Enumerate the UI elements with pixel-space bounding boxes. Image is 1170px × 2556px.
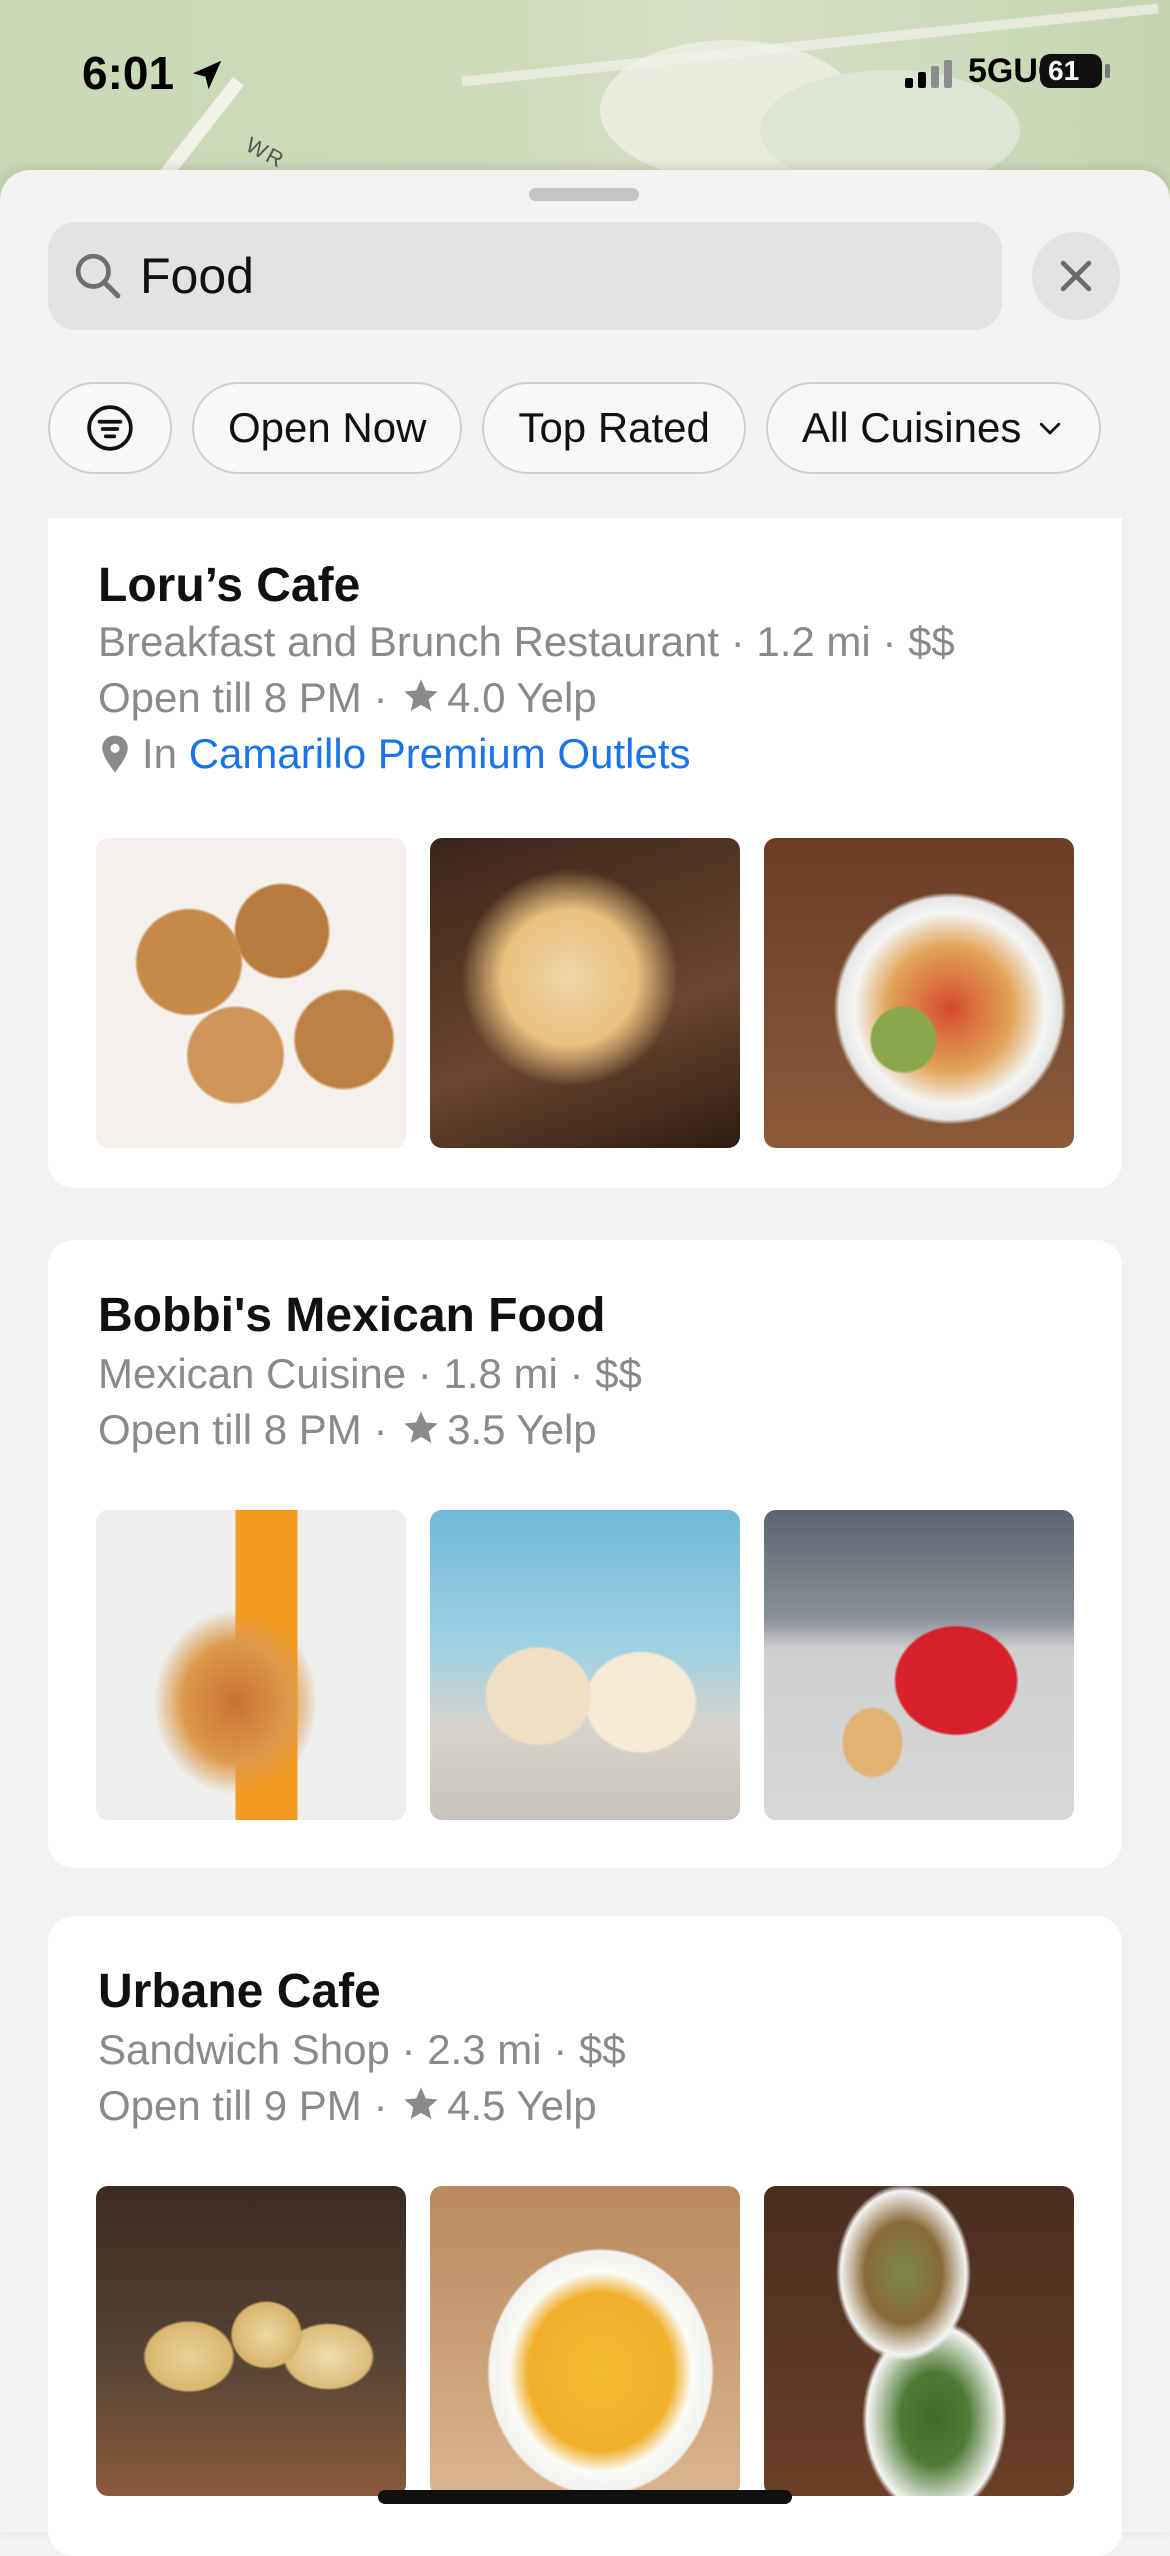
place-details: Sandwich Shop · 2.3 mi · $$ <box>98 2026 626 2073</box>
photo-mac-and-cheese[interactable] <box>430 2186 740 2496</box>
status-time: 6:01 <box>82 47 175 99</box>
place-hours-rating: Open till 8 PM · 4.0 Yelp <box>98 674 597 721</box>
location-arrow-icon <box>192 60 222 90</box>
search-field[interactable]: Food <box>48 222 1002 330</box>
location-link[interactable]: Camarillo Premium Outlets <box>189 730 691 777</box>
photo-cookies[interactable] <box>96 838 406 1148</box>
photo-milkshakes[interactable] <box>430 1510 740 1820</box>
chip-top-rated[interactable]: Top Rated <box>482 382 746 474</box>
photo-chicken-biscuit[interactable] <box>96 1510 406 1820</box>
home-indicator[interactable] <box>378 2490 792 2504</box>
filter-chips: Open Now Top Rated All Cuisines <box>48 382 1102 478</box>
star-icon <box>404 2087 438 2119</box>
cellular-signal-icon <box>905 60 952 88</box>
battery-level: 61 <box>1048 55 1080 86</box>
chip-label: All Cuisines <box>801 404 1022 451</box>
filter-icon <box>87 405 133 451</box>
chip-label: Top Rated <box>518 404 710 451</box>
star-icon <box>404 679 438 711</box>
place-hours-rating: Open till 9 PM · 4.5 Yelp <box>98 2082 597 2129</box>
status-bar: 6:01 5GUC 61 <box>0 0 1170 150</box>
chip-all-cuisines[interactable]: All Cuisines <box>765 382 1102 474</box>
photo-taco[interactable] <box>430 838 740 1148</box>
star-icon <box>404 1411 438 1443</box>
chevron-down-icon <box>1040 422 1061 435</box>
photo-strip <box>96 838 1074 1148</box>
photo-strip <box>96 1510 1074 1820</box>
close-button[interactable] <box>1032 232 1120 320</box>
result-card-bobbis-mexican-food[interactable]: Bobbi's Mexican Food Mexican Cuisine · 1… <box>48 1240 1122 1868</box>
photo-burrito-bowl[interactable] <box>764 838 1074 1148</box>
photo-garlic-bread[interactable] <box>96 2186 406 2496</box>
place-name: Loru’s Cafe <box>98 559 361 612</box>
place-details: Mexican Cuisine · 1.8 mi · $$ <box>98 1350 642 1397</box>
result-card-lorus-cafe[interactable]: Loru’s Cafe Breakfast and Brunch Restaur… <box>48 518 1122 1188</box>
place-details: Breakfast and Brunch Restaurant · 1.2 mi… <box>98 618 955 665</box>
search-icon <box>75 253 121 299</box>
result-card-urbane-cafe[interactable]: Urbane Cafe Sandwich Shop · 2.3 mi · $$ … <box>48 1916 1122 2556</box>
search-input[interactable]: Food <box>140 247 254 305</box>
results-sheet: Food Open Now Top Rated All Cuisines Lor… <box>0 170 1170 2556</box>
filter-options-button[interactable] <box>48 382 172 474</box>
chip-label: Open Now <box>228 404 427 451</box>
place-name: Bobbi's Mexican Food <box>98 1289 606 1342</box>
place-name: Urbane Cafe <box>98 1965 381 2018</box>
battery-icon: 61 <box>1040 54 1102 88</box>
photo-strip <box>96 2186 1074 2496</box>
photo-salad-plates[interactable] <box>764 2186 1074 2496</box>
place-location: In Camarillo Premium Outlets <box>98 730 691 778</box>
photo-nuggets-box[interactable] <box>764 1510 1074 1820</box>
place-hours-rating: Open till 8 PM · 3.5 Yelp <box>98 1406 597 1453</box>
location-pin-icon <box>102 735 128 773</box>
chip-open-now[interactable]: Open Now <box>192 382 463 474</box>
close-icon <box>1060 260 1092 292</box>
battery-tip <box>1105 64 1110 78</box>
sheet-grabber[interactable] <box>529 188 639 201</box>
